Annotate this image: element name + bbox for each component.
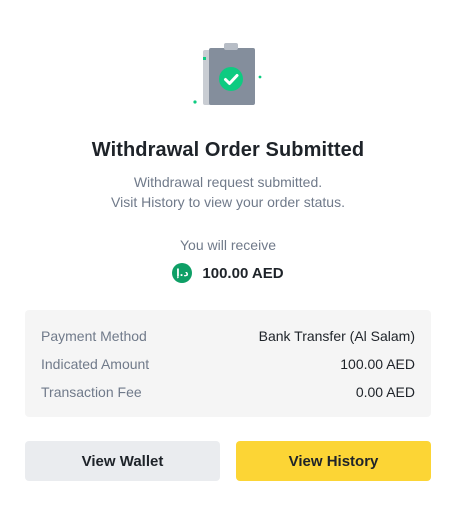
receive-label: You will receive [180, 237, 276, 253]
detail-row-transaction-fee: Transaction Fee 0.00 AED [41, 384, 415, 400]
detail-label: Payment Method [41, 328, 147, 344]
detail-label: Transaction Fee [41, 384, 142, 400]
view-wallet-button[interactable]: View Wallet [25, 441, 220, 481]
subtitle-line-2: Visit History to view your order status. [111, 194, 345, 210]
detail-row-payment-method: Payment Method Bank Transfer (Al Salam) [41, 328, 415, 344]
page-title: Withdrawal Order Submitted [91, 139, 365, 161]
detail-row-indicated-amount: Indicated Amount 100.00 AED [41, 356, 415, 372]
detail-value: 100.00 AED [340, 356, 415, 372]
detail-label: Indicated Amount [41, 356, 150, 372]
view-history-button[interactable]: View History [236, 441, 431, 481]
receive-amount: 100.00 AED [202, 264, 284, 282]
detail-value: 0.00 AED [355, 384, 415, 400]
subtitle-line-1: Withdrawal request submitted. [133, 174, 323, 190]
aed-currency-icon: د.إ [172, 263, 193, 283]
clipboard-checkmark-icon [190, 40, 265, 112]
receive-amount-row: د.إ 100.00 AED [0, 263, 456, 283]
detail-value: Bank Transfer (Al Salam) [258, 328, 415, 344]
order-details-panel: Payment Method Bank Transfer (Al Salam) … [25, 310, 431, 417]
